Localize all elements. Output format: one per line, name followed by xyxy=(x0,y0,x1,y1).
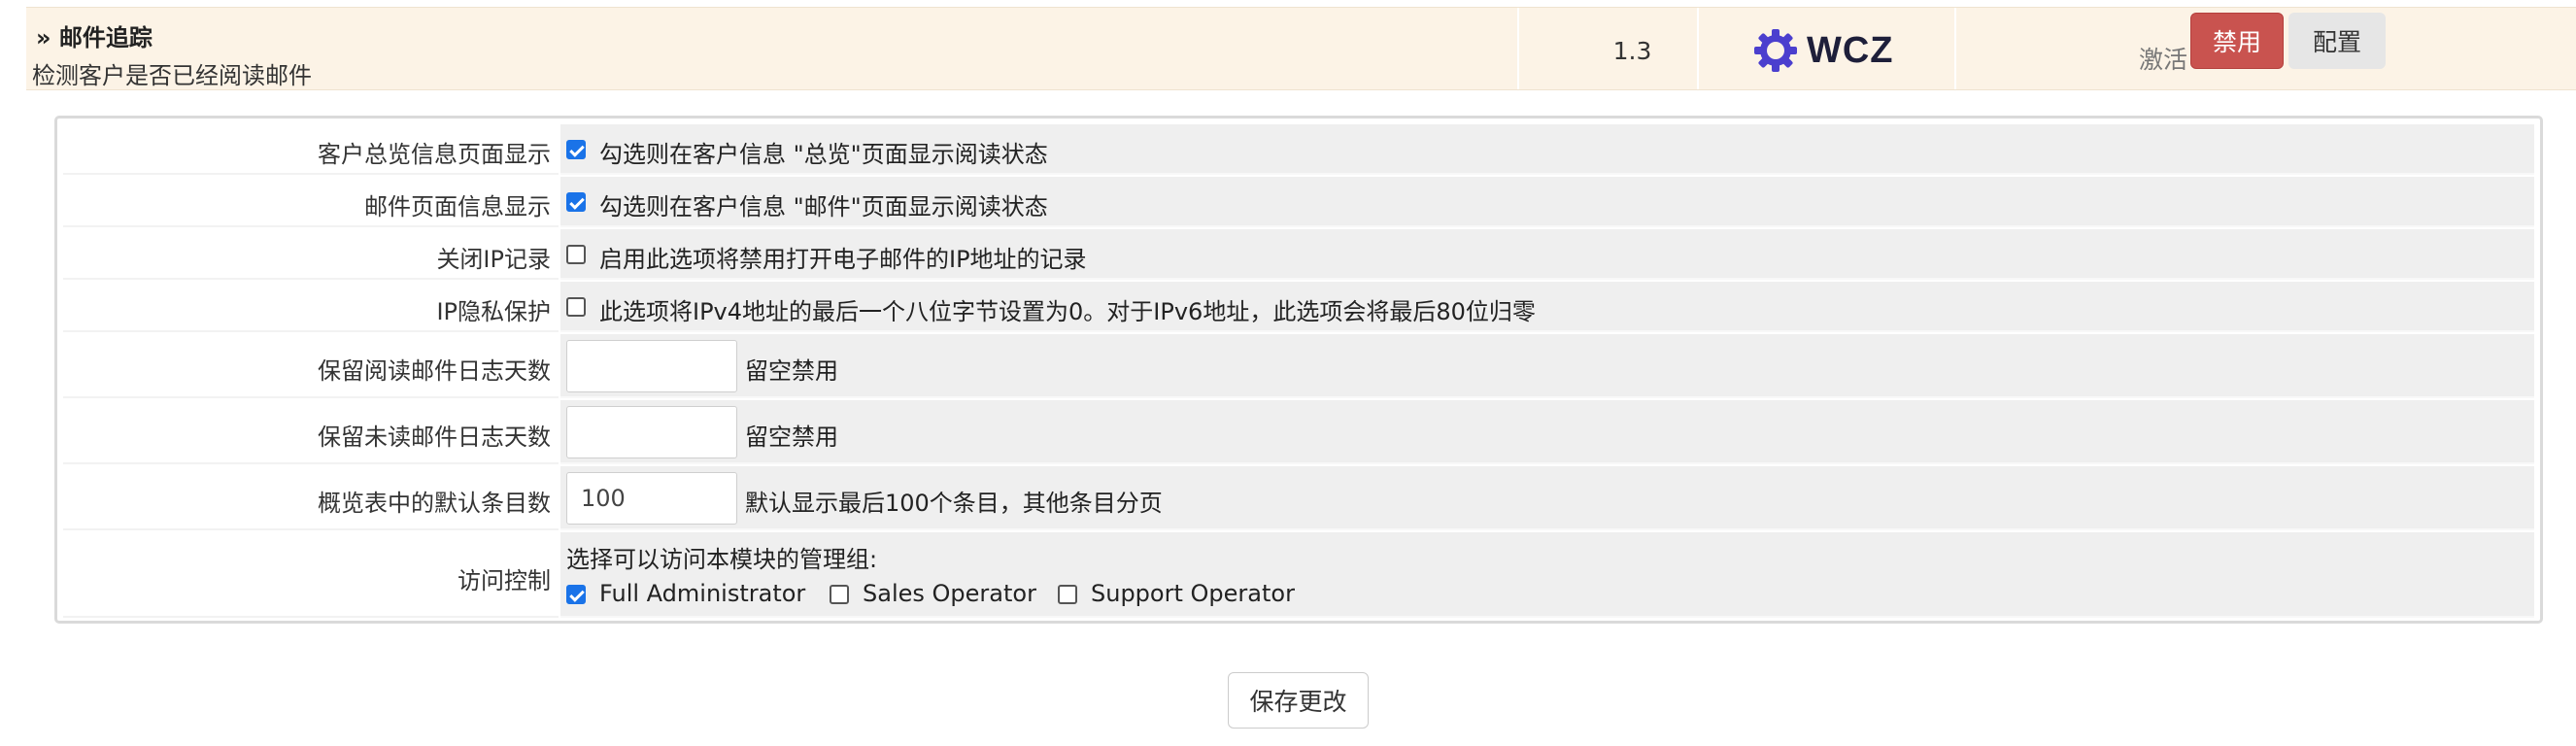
settings-panel: 客户总览信息页面显示 勾选则在客户信息 "总览"页面显示阅读状态 邮件页面信息显… xyxy=(54,116,2543,624)
setting-label: 保留阅读邮件日志天数 xyxy=(318,357,551,385)
setting-label: 保留未读邮件日志天数 xyxy=(318,424,551,451)
setting-row: IP隐私保护 此选项将IPv4地址的最后一个八位字节设置为0。对于IPv6地址，… xyxy=(63,282,2534,332)
disable-button[interactable]: 禁用 xyxy=(2190,13,2284,69)
setting-description: 留空禁用 xyxy=(745,424,838,451)
status-label: 激活 xyxy=(2139,46,2188,74)
setting-row: 邮件页面信息显示 勾选则在客户信息 "邮件"页面显示阅读状态 xyxy=(63,177,2534,227)
read-log-days-input[interactable] xyxy=(566,340,737,392)
module-version: 1.3 xyxy=(1612,37,1652,65)
module-description: 检测客户是否已经阅读邮件 xyxy=(32,62,312,89)
setting-description: 留空禁用 xyxy=(745,357,838,385)
group-label: Support Operator xyxy=(1091,580,1295,607)
vendor-logo-text: WCZ xyxy=(1807,29,1894,71)
default-entries-input[interactable] xyxy=(566,472,737,525)
setting-row: 保留阅读邮件日志天数 留空禁用 xyxy=(63,334,2534,398)
group-label: Sales Operator xyxy=(863,580,1036,607)
setting-row: 保留未读邮件日志天数 留空禁用 xyxy=(63,400,2534,464)
email-display-checkbox[interactable] xyxy=(566,192,586,212)
config-button[interactable]: 配置 xyxy=(2288,13,2386,69)
setting-label: 访问控制 xyxy=(458,567,551,594)
save-changes-button[interactable]: 保存更改 xyxy=(1228,672,1369,729)
setting-label: 关闭IP记录 xyxy=(436,246,551,273)
setting-description: 勾选则在客户信息 "邮件"页面显示阅读状态 xyxy=(599,193,1048,220)
setting-label: 客户总览信息页面显示 xyxy=(318,141,551,168)
setting-description: 默认显示最后100个条目，其他条目分页 xyxy=(745,490,1163,517)
setting-row: 客户总览信息页面显示 勾选则在客户信息 "总览"页面显示阅读状态 xyxy=(63,124,2534,175)
column-divider xyxy=(1954,8,1956,89)
group-label: Full Administrator xyxy=(599,580,806,607)
access-control-row: 访问控制 选择可以访问本模块的管理组: Full Administrator S… xyxy=(63,532,2534,618)
setting-label: 邮件页面信息显示 xyxy=(364,193,551,220)
ip-privacy-checkbox[interactable] xyxy=(566,297,586,317)
summary-display-checkbox[interactable] xyxy=(566,140,586,159)
module-name: » 邮件追踪 xyxy=(36,24,153,51)
setting-description: 启用此选项将禁用打开电子邮件的IP地址的记录 xyxy=(599,246,1087,273)
column-divider xyxy=(1517,8,1519,89)
unread-log-days-input[interactable] xyxy=(566,406,737,458)
access-prompt: 选择可以访问本模块的管理组: xyxy=(566,546,878,573)
group-sales-operator-checkbox[interactable] xyxy=(830,585,849,604)
group-full-administrator-checkbox[interactable] xyxy=(566,585,586,604)
setting-label: IP隐私保护 xyxy=(436,298,551,325)
setting-description: 勾选则在客户信息 "总览"页面显示阅读状态 xyxy=(599,141,1048,168)
group-support-operator-checkbox[interactable] xyxy=(1058,585,1077,604)
setting-description: 此选项将IPv4地址的最后一个八位字节设置为0。对于IPv6地址，此选项会将最后… xyxy=(599,298,1536,325)
setting-label: 概览表中的默认条目数 xyxy=(318,490,551,517)
setting-row: 概览表中的默认条目数 默认显示最后100个条目，其他条目分页 xyxy=(63,466,2534,530)
setting-row: 关闭IP记录 启用此选项将禁用打开电子邮件的IP地址的记录 xyxy=(63,229,2534,280)
disable-ip-log-checkbox[interactable] xyxy=(566,245,586,264)
vendor-logo: WCZ xyxy=(1752,29,1894,72)
gear-icon xyxy=(1754,29,1797,72)
